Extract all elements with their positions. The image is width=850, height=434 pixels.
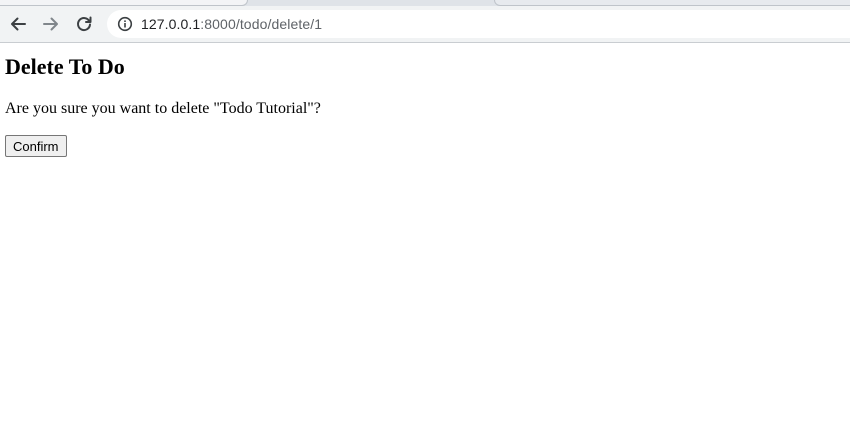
page-content: Delete To Do Are you sure you want to de… xyxy=(0,44,850,434)
url-host: 127.0.0.1 xyxy=(141,16,201,32)
arrow-left-icon xyxy=(11,17,26,31)
confirm-button[interactable]: Confirm xyxy=(5,135,67,157)
url-text[interactable]: 127.0.0.1:8000/todo/delete/1 xyxy=(141,16,322,32)
info-icon[interactable] xyxy=(117,16,133,32)
reload-icon xyxy=(77,16,92,31)
page-title: Delete To Do xyxy=(5,54,125,79)
url-path: :8000/todo/delete/1 xyxy=(200,16,323,32)
reload-button[interactable] xyxy=(70,10,98,38)
arrow-right-icon xyxy=(43,17,58,31)
back-button[interactable] xyxy=(4,10,32,38)
browser-toolbar: 127.0.0.1:8000/todo/delete/1 xyxy=(0,6,850,43)
address-bar[interactable]: 127.0.0.1:8000/todo/delete/1 xyxy=(107,10,850,38)
confirmation-message: Are you sure you want to delete "Todo Tu… xyxy=(5,100,321,117)
forward-button[interactable] xyxy=(37,10,65,38)
